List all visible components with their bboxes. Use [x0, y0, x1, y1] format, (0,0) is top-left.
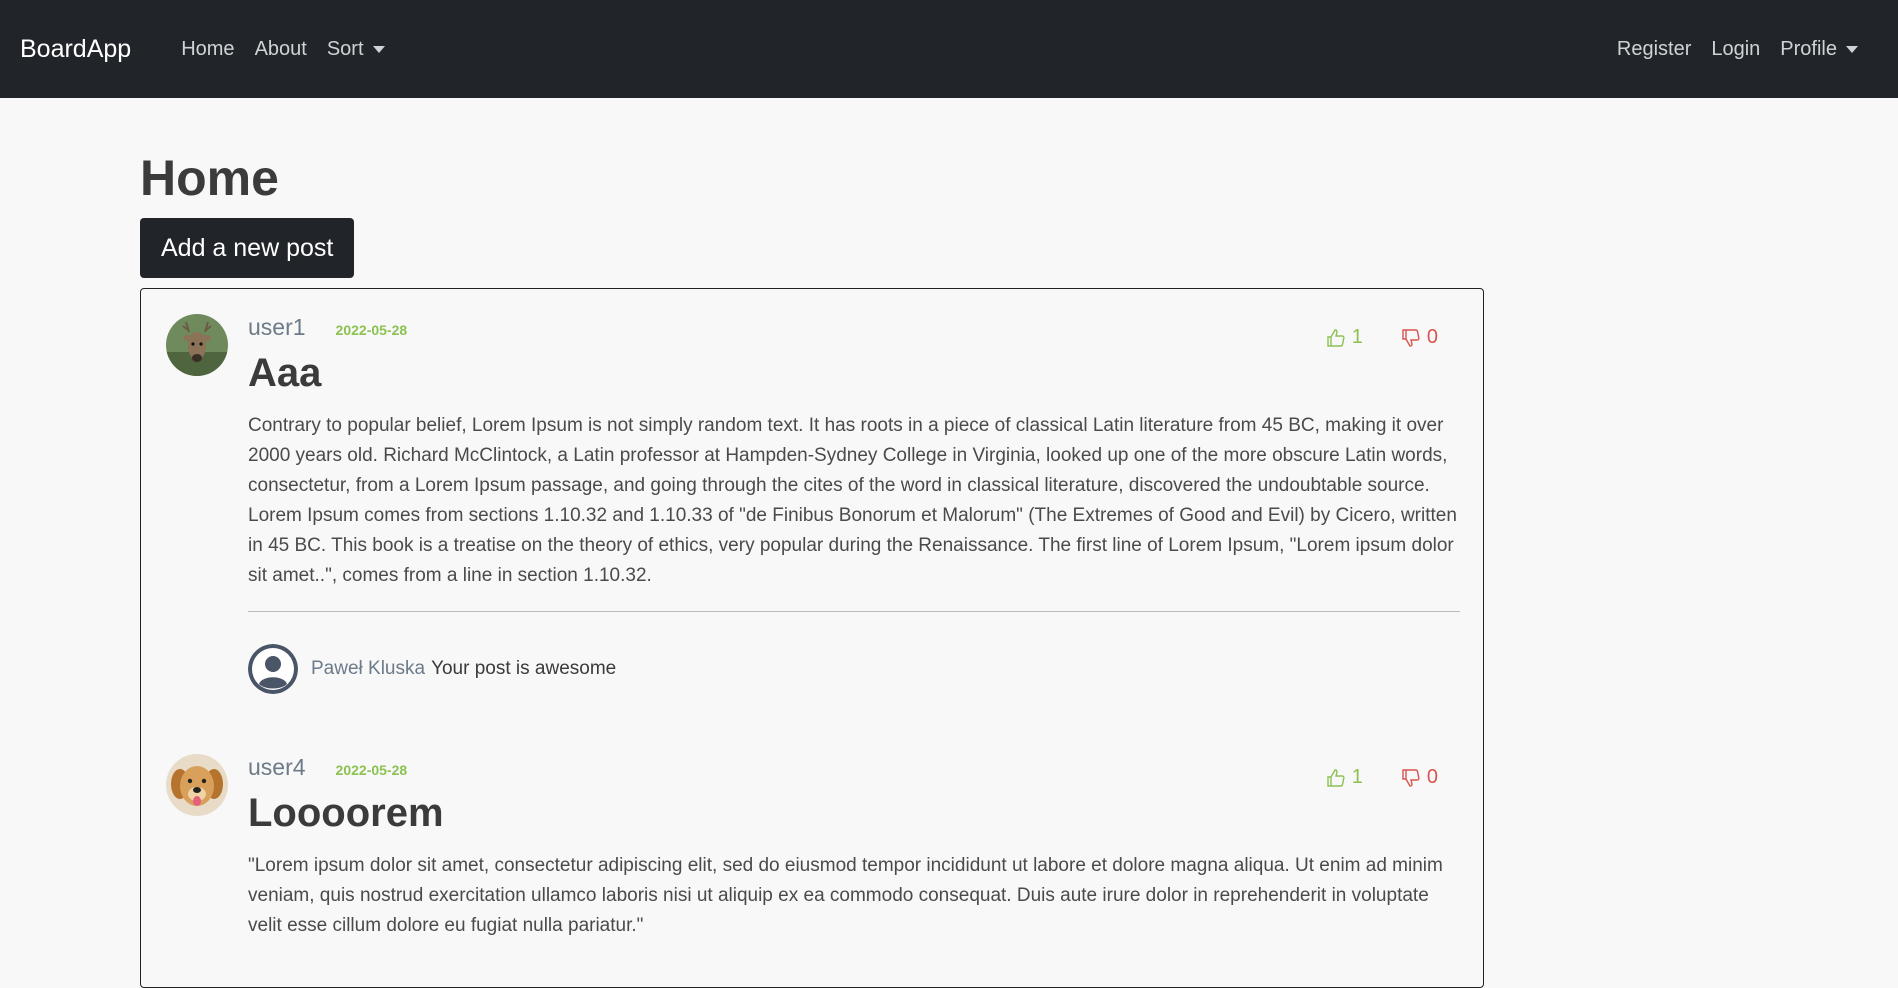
dog-avatar-icon[interactable] [166, 754, 228, 816]
post-card: user1 2022-05-28 1 0 Aaa Contrary to pop… [166, 314, 1460, 694]
comment-author[interactable]: Paweł Kluska [311, 658, 425, 680]
vote-group: 1 0 [1326, 766, 1438, 789]
top-navbar: BoardApp Home About Sort Register Login … [0, 0, 1898, 98]
thumbs-up-icon [1327, 768, 1345, 787]
nav-login[interactable]: Login [1711, 38, 1760, 61]
chevron-down-icon [1846, 45, 1858, 53]
post-date: 2022-05-28 [335, 322, 408, 338]
comment: Paweł Kluska Your post is awesome [248, 644, 1458, 694]
like-button[interactable]: 1 [1326, 766, 1363, 789]
post-body: Contrary to popular belief, Lorem Ipsum … [248, 415, 1457, 586]
dislike-count: 0 [1426, 766, 1438, 788]
like-button[interactable]: 1 [1326, 326, 1363, 349]
brand-logo[interactable]: BoardApp [20, 35, 131, 64]
post-date: 2022-05-28 [335, 762, 408, 778]
dislike-count: 0 [1426, 326, 1438, 348]
vote-group: 1 0 [1326, 326, 1438, 349]
thumbs-down-icon [1402, 328, 1420, 347]
nav-register[interactable]: Register [1617, 38, 1691, 61]
divider [248, 611, 1460, 612]
deer-avatar-icon[interactable] [166, 314, 228, 376]
page-title: Home [140, 150, 279, 206]
comment-text: Your post is awesome [431, 658, 617, 679]
post-body: "Lorem ipsum dolor sit amet, consectetur… [248, 855, 1443, 936]
nav-sort-dropdown[interactable]: Sort [327, 38, 385, 61]
chevron-down-icon [372, 45, 385, 53]
thumbs-up-icon [1327, 328, 1345, 347]
nav-home[interactable]: Home [181, 38, 234, 61]
nav-profile-label: Profile [1780, 37, 1837, 60]
default-user-avatar-icon [248, 644, 298, 694]
post-username[interactable]: user4 [248, 754, 306, 781]
like-count: 1 [1351, 766, 1363, 788]
like-count: 1 [1351, 326, 1363, 348]
dislike-button[interactable]: 0 [1401, 326, 1438, 349]
post-list: user1 2022-05-28 1 0 Aaa Contrary to pop… [140, 288, 1484, 988]
post-title[interactable]: Loooorem [248, 791, 1458, 835]
add-post-button[interactable]: Add a new post [140, 218, 355, 278]
nav-about[interactable]: About [255, 38, 307, 61]
dislike-button[interactable]: 0 [1401, 766, 1438, 789]
post-username[interactable]: user1 [248, 314, 306, 341]
thumbs-down-icon [1402, 768, 1420, 787]
main-content: Home Add a new post user1 2022-05-28 1 0… [0, 98, 1898, 988]
post-title[interactable]: Aaa [248, 351, 1458, 395]
nav-profile-dropdown[interactable]: Profile [1780, 38, 1858, 61]
post-card: user4 2022-05-28 1 0 Loooorem "Lorem ips… [166, 754, 1458, 941]
nav-sort-label: Sort [326, 37, 364, 60]
